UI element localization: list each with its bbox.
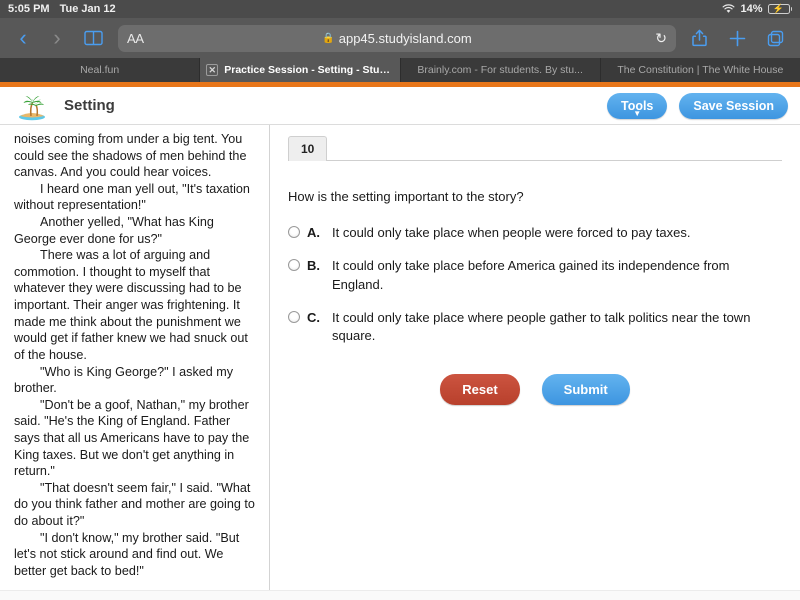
radio-button[interactable]: [288, 259, 300, 271]
browser-tab-3[interactable]: The Constitution | The White House: [601, 58, 800, 82]
app-header: Setting Tools ▼ Save Session: [0, 87, 800, 125]
browser-tab-1-active[interactable]: ✕ Practice Session - Setting - Study...: [200, 58, 400, 82]
page-title: Setting: [64, 97, 595, 114]
passage-paragraph: Another yelled, "What has King George ev…: [14, 214, 255, 247]
tab-label: Brainly.com - For students. By stu...: [417, 64, 583, 76]
question-text: How is the setting important to the stor…: [288, 189, 782, 204]
tab-label: Neal.fun: [80, 64, 119, 76]
url-bar[interactable]: AA 🔒 app45.studyisland.com ↻: [118, 25, 676, 52]
book-icon[interactable]: [80, 24, 106, 52]
web-page: Setting Tools ▼ Save Session noises comi…: [0, 82, 800, 600]
browser-tab-0[interactable]: Neal.fun: [0, 58, 200, 82]
question-number-tab[interactable]: 10: [288, 136, 327, 161]
answer-choice-a[interactable]: A. It could only take place when people …: [288, 224, 782, 243]
answer-choice-b[interactable]: B. It could only take place before Ameri…: [288, 257, 782, 295]
passage-paragraph: "Don't be a goof, Nathan," my brother sa…: [14, 397, 255, 480]
chevron-down-icon: ▼: [633, 110, 641, 118]
choice-letter: A.: [307, 224, 325, 243]
tab-label: The Constitution | The White House: [617, 64, 783, 76]
plus-icon[interactable]: [722, 24, 752, 52]
passage-paragraph: "That doesn't seem fair," I said. "What …: [14, 480, 255, 530]
palm-tree-island-logo: [12, 90, 52, 122]
choice-text: It could only take place when people wer…: [332, 224, 782, 243]
decorative-footer-strip: [0, 590, 800, 600]
reload-icon[interactable]: ↻: [655, 30, 667, 47]
choice-text: It could only take place where people ga…: [332, 309, 782, 347]
url-display: 🔒 app45.studyisland.com: [118, 31, 676, 46]
submit-button[interactable]: Submit: [542, 374, 630, 405]
tools-button[interactable]: Tools ▼: [607, 93, 667, 119]
question-pane: 10 How is the setting important to the s…: [270, 125, 800, 590]
status-bar-left: 5:05 PM Tue Jan 12: [8, 3, 116, 15]
question-tab-bar: 10: [288, 135, 782, 161]
battery-percent-label: 14%: [740, 3, 762, 15]
answer-choice-c[interactable]: C. It could only take place where people…: [288, 309, 782, 347]
tabs-icon[interactable]: [760, 24, 790, 52]
action-buttons: Reset Submit: [288, 374, 782, 405]
save-session-label: Save Session: [693, 99, 774, 113]
choice-letter: C.: [307, 309, 325, 328]
passage-paragraph: There was a lot of arguing and commotion…: [14, 247, 255, 363]
ios-status-bar: 5:05 PM Tue Jan 12 14% ⚡: [0, 0, 800, 18]
passage-paragraph: "I don't know," my brother said. "But le…: [14, 530, 255, 580]
tab-label: Practice Session - Setting - Study...: [224, 64, 393, 76]
status-bar-time: 5:05 PM: [8, 3, 50, 15]
answer-choices: A. It could only take place when people …: [288, 224, 782, 360]
passage-paragraph: "Who is King George?" I asked my brother…: [14, 364, 255, 397]
chevron-right-icon[interactable]: ›: [44, 24, 70, 52]
radio-button[interactable]: [288, 311, 300, 323]
status-bar-date: Tue Jan 12: [60, 3, 116, 15]
wifi-icon: [722, 4, 735, 14]
lock-icon: 🔒: [322, 33, 334, 44]
reading-passage: noises coming from under a big tent. You…: [0, 125, 270, 590]
choice-letter: B.: [307, 257, 325, 276]
browser-toolbar: ‹ › AA 🔒 app45.studyisland.com ↻: [0, 18, 800, 58]
choice-text: It could only take place before America …: [332, 257, 782, 295]
browser-tab-bar: Neal.fun ✕ Practice Session - Setting - …: [0, 58, 800, 82]
share-icon[interactable]: [684, 24, 714, 52]
main-content: noises coming from under a big tent. You…: [0, 125, 800, 590]
reset-button[interactable]: Reset: [440, 374, 519, 405]
save-session-button[interactable]: Save Session: [679, 93, 788, 119]
url-text: app45.studyisland.com: [339, 31, 472, 46]
browser-tab-2[interactable]: Brainly.com - For students. By stu...: [401, 58, 601, 82]
close-icon[interactable]: ✕: [206, 64, 218, 76]
text-size-button[interactable]: AA: [127, 31, 144, 46]
battery-charging-icon: ⚡: [768, 4, 793, 14]
chevron-left-icon[interactable]: ‹: [10, 24, 36, 52]
passage-paragraph: noises coming from under a big tent. You…: [14, 131, 255, 181]
passage-paragraph: I heard one man yell out, "It's taxation…: [14, 181, 255, 214]
radio-button[interactable]: [288, 226, 300, 238]
status-bar-right: 14% ⚡: [722, 3, 792, 15]
